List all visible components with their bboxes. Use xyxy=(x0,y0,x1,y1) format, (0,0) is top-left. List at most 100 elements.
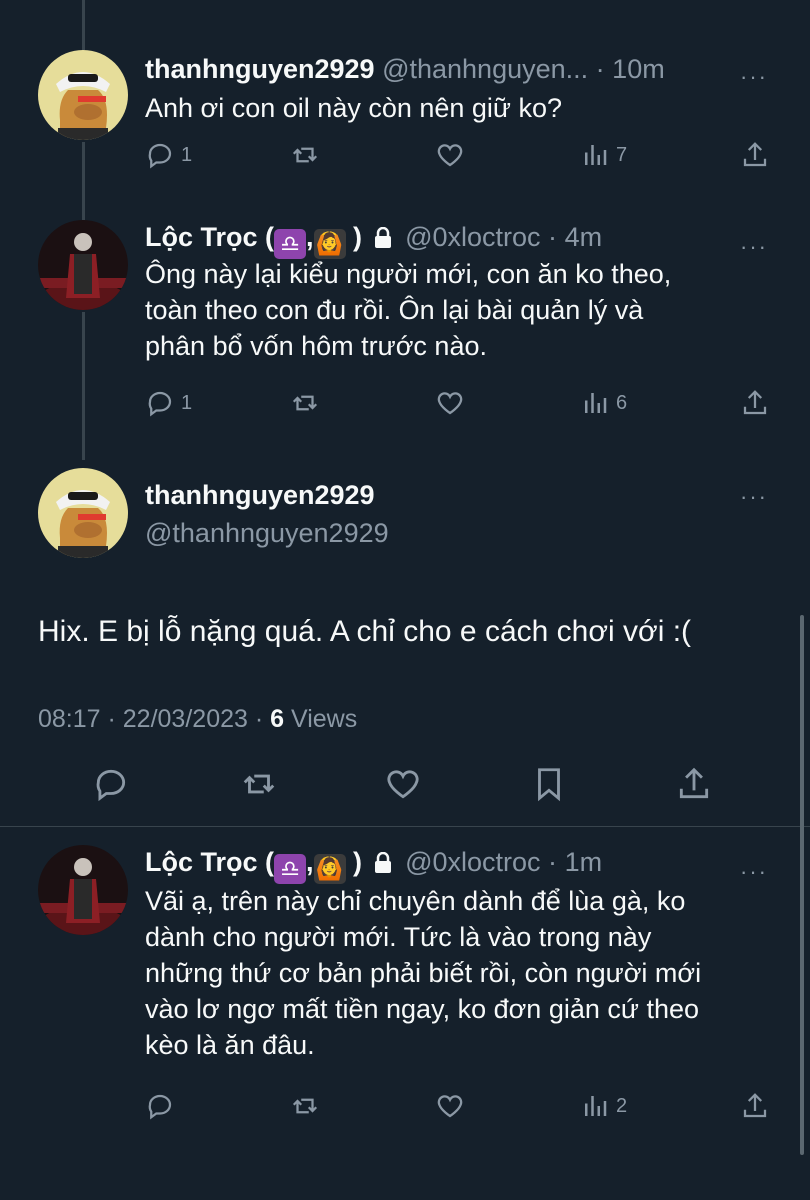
share-button[interactable] xyxy=(675,765,713,803)
like-button[interactable] xyxy=(435,140,465,170)
views-button[interactable]: 2 xyxy=(580,1091,627,1121)
close-paren: ) xyxy=(353,222,363,252)
avatar[interactable] xyxy=(38,220,128,310)
reply-icon xyxy=(148,391,172,417)
author-name[interactable]: Lộc Trọc (♎, 🙆 ) xyxy=(145,222,363,259)
more-options-icon[interactable]: ··· xyxy=(740,64,768,90)
separator-dot: · xyxy=(548,847,558,877)
views-count: 7 xyxy=(616,143,628,166)
thread-line xyxy=(82,0,85,50)
heart-icon xyxy=(437,144,463,167)
views-icon xyxy=(585,393,607,413)
tweet[interactable]: Lộc Trọc (♎, 🙆 ) @0xloctroc · 1m ··· Vãi … xyxy=(0,845,810,1145)
heart-icon xyxy=(437,1095,463,1118)
retweet-button[interactable] xyxy=(240,765,278,803)
tweet-text-line: phân bổ vốn hôm trước nào. xyxy=(145,331,487,361)
reply-icon xyxy=(96,769,126,802)
timestamp[interactable]: 08:17 · 22/03/2023 · xyxy=(38,705,270,733)
reply-button[interactable]: 1 xyxy=(145,140,192,170)
tweet-text-line: Ông này lại kiểu người mới, con ăn ko th… xyxy=(145,259,672,289)
reply-count: 1 xyxy=(181,143,193,166)
avatar[interactable] xyxy=(38,50,128,140)
author-handle[interactable]: @thanhnguyen... xyxy=(382,54,588,84)
scrollbar[interactable] xyxy=(800,615,804,1155)
tweet-time[interactable]: 4m xyxy=(565,222,603,252)
tweet-text-line: dành cho người mới. Tức là vào trong này xyxy=(145,922,652,952)
author-name[interactable]: Lộc Trọc (♎, 🙆 ) xyxy=(145,847,363,884)
comma: , xyxy=(306,847,314,877)
share-button[interactable] xyxy=(740,1091,770,1121)
lock-icon xyxy=(374,852,391,873)
libra-emoji: ♎ xyxy=(274,854,307,884)
share-button[interactable] xyxy=(740,388,770,418)
like-button[interactable] xyxy=(384,765,422,803)
retweet-icon xyxy=(292,1098,318,1114)
avatar[interactable] xyxy=(38,845,128,935)
retweet-button[interactable] xyxy=(290,140,320,170)
person-emoji: 🙆 xyxy=(313,854,346,884)
comma: , xyxy=(306,222,314,252)
reply-count: 1 xyxy=(181,391,193,414)
tweet-text: Vãi ạ, trên này chỉ chuyên dành để lùa g… xyxy=(145,883,760,1063)
views-button[interactable]: 7 xyxy=(580,140,627,170)
author-name[interactable]: thanhnguyen2929 xyxy=(145,480,375,511)
tweet-actions xyxy=(0,765,810,805)
person-car-avatar-icon xyxy=(38,220,128,310)
reply-icon xyxy=(148,143,172,169)
bookmark-button[interactable] xyxy=(530,765,568,803)
reply-button[interactable] xyxy=(145,1091,175,1121)
retweet-button[interactable] xyxy=(290,1091,320,1121)
bookmark-icon xyxy=(538,768,560,802)
share-icon xyxy=(743,142,767,167)
tweet-text-line: những thứ cơ bản phải biết rồi, còn ngườ… xyxy=(145,958,702,988)
views-button[interactable]: 6 xyxy=(580,388,627,418)
tweet-text: Hix. E bị lỗ nặng quá. A chỉ cho e cách … xyxy=(38,615,692,648)
views-count: 6 xyxy=(616,391,628,414)
ape-avatar-icon xyxy=(38,50,128,140)
tweet-actions: 1 7 xyxy=(145,140,770,174)
share-icon xyxy=(743,390,767,415)
reply-button[interactable] xyxy=(92,765,130,803)
like-button[interactable] xyxy=(435,388,465,418)
tweet-header: Lộc Trọc (♎, 🙆 ) @0xloctroc · 4m xyxy=(145,220,750,259)
retweet-button[interactable] xyxy=(290,388,320,418)
more-options-icon[interactable]: ··· xyxy=(740,484,768,510)
person-emoji: 🙆 xyxy=(313,229,346,259)
tweet-text-line: Vãi ạ, trên này chỉ chuyên dành để lùa g… xyxy=(145,886,686,916)
lock-icon xyxy=(374,227,391,248)
tweet-header: Lộc Trọc (♎, 🙆 ) @0xloctroc · 1m xyxy=(145,845,750,884)
ape-avatar-icon xyxy=(38,468,128,558)
share-icon xyxy=(743,1093,767,1118)
more-options-icon[interactable]: ··· xyxy=(740,859,768,885)
views-count: 2 xyxy=(616,1094,628,1117)
avatar[interactable] xyxy=(38,468,128,558)
libra-emoji: ♎ xyxy=(274,229,307,259)
tweet-text-line: toàn theo con đu rồi. Ôn lại bài quản lý… xyxy=(145,295,644,325)
name-text: Lộc Trọc ( xyxy=(145,222,275,252)
author-handle[interactable]: @thanhnguyen2929 xyxy=(145,518,389,549)
share-icon xyxy=(679,767,709,799)
tweet[interactable]: Lộc Trọc (♎, 🙆 ) @0xloctroc · 4m ··· Ông … xyxy=(0,220,810,430)
close-paren: ) xyxy=(353,847,363,877)
retweet-icon xyxy=(243,774,275,794)
views-icon xyxy=(585,1096,607,1116)
divider xyxy=(0,826,810,827)
like-button[interactable] xyxy=(435,1091,465,1121)
views-count: 6 xyxy=(270,705,285,733)
tweet-time[interactable]: 1m xyxy=(565,847,603,877)
share-button[interactable] xyxy=(740,140,770,170)
author-handle[interactable]: @0xloctroc xyxy=(405,222,540,252)
author-handle[interactable]: @0xloctroc xyxy=(405,847,540,877)
separator-dot: · xyxy=(595,54,605,84)
tweet[interactable]: thanhnguyen2929 @thanhnguyen... · 10m ··… xyxy=(0,50,810,200)
heart-icon xyxy=(387,770,419,799)
tweet-time[interactable]: 10m xyxy=(612,54,665,84)
author-name[interactable]: thanhnguyen2929 xyxy=(145,54,375,84)
reply-button[interactable]: 1 xyxy=(145,388,192,418)
tweet-meta: 08:17 · 22/03/2023 · 6 Views xyxy=(38,705,357,734)
heart-icon xyxy=(437,392,463,415)
views-icon xyxy=(585,145,607,165)
reply-icon xyxy=(148,1094,172,1120)
views-label: Views xyxy=(284,705,358,733)
retweet-icon xyxy=(292,395,318,411)
